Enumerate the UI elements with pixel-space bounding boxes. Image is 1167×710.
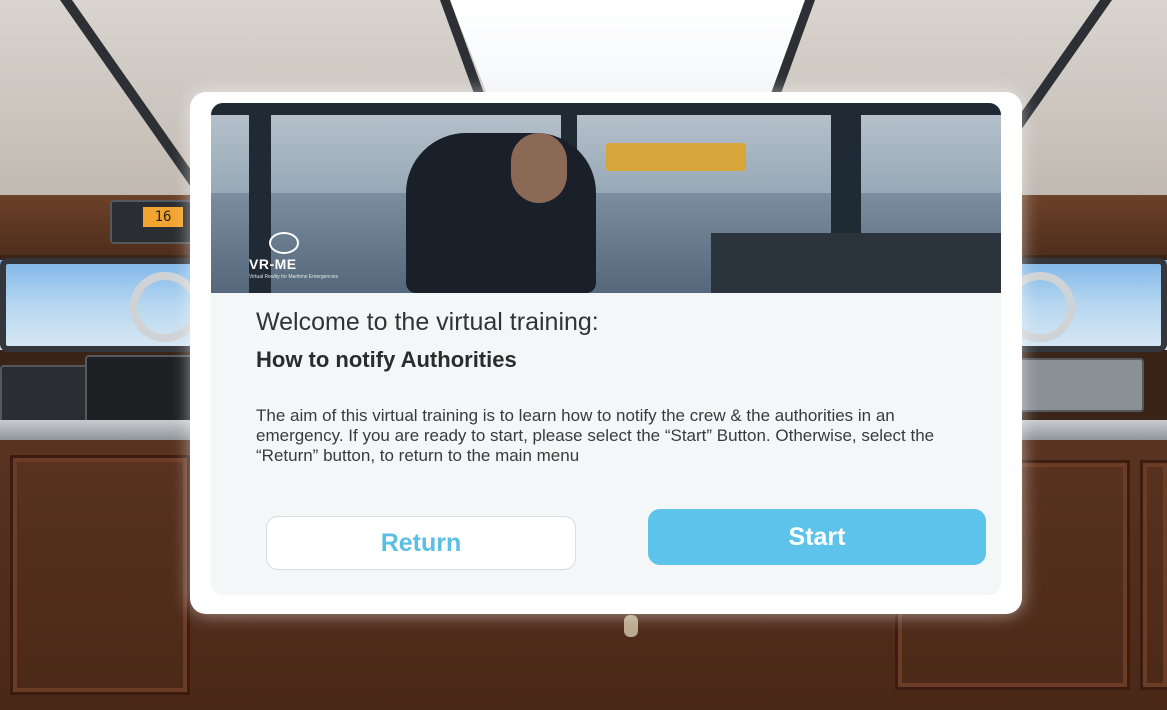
logo-name: VR-ME	[249, 256, 297, 272]
console-screen	[85, 355, 199, 424]
welcome-heading: Welcome to the virtual training:	[256, 308, 599, 336]
return-button[interactable]: Return	[266, 516, 576, 570]
start-button[interactable]: Start	[648, 509, 986, 565]
radio-channel-display: 16	[143, 207, 183, 227]
logo-tagline: Virtual Reality for Maritime Emergencies	[249, 274, 339, 280]
cabinet-knob	[624, 615, 638, 637]
hero-window-frame	[211, 103, 1001, 115]
dialog-panel: VR-ME Virtual Reality for Maritime Emerg…	[211, 103, 1001, 595]
training-description: The aim of this virtual training is to l…	[256, 406, 935, 465]
hero-console	[711, 233, 1001, 293]
hero-ship	[606, 143, 746, 171]
cabinet-door	[10, 455, 190, 695]
console-device	[1010, 358, 1144, 412]
cabinet-door	[1140, 460, 1167, 690]
console-device	[0, 365, 89, 424]
hero-person	[406, 133, 596, 293]
vr-me-logo: VR-ME Virtual Reality for Maritime Emerg…	[249, 228, 338, 288]
logo-wave-icon	[269, 232, 299, 254]
training-title: How to notify Authorities	[256, 347, 517, 372]
hero-image: VR-ME Virtual Reality for Maritime Emerg…	[211, 103, 1001, 293]
hero-person-head	[511, 133, 567, 203]
training-dialog: VR-ME Virtual Reality for Maritime Emerg…	[190, 92, 1022, 614]
